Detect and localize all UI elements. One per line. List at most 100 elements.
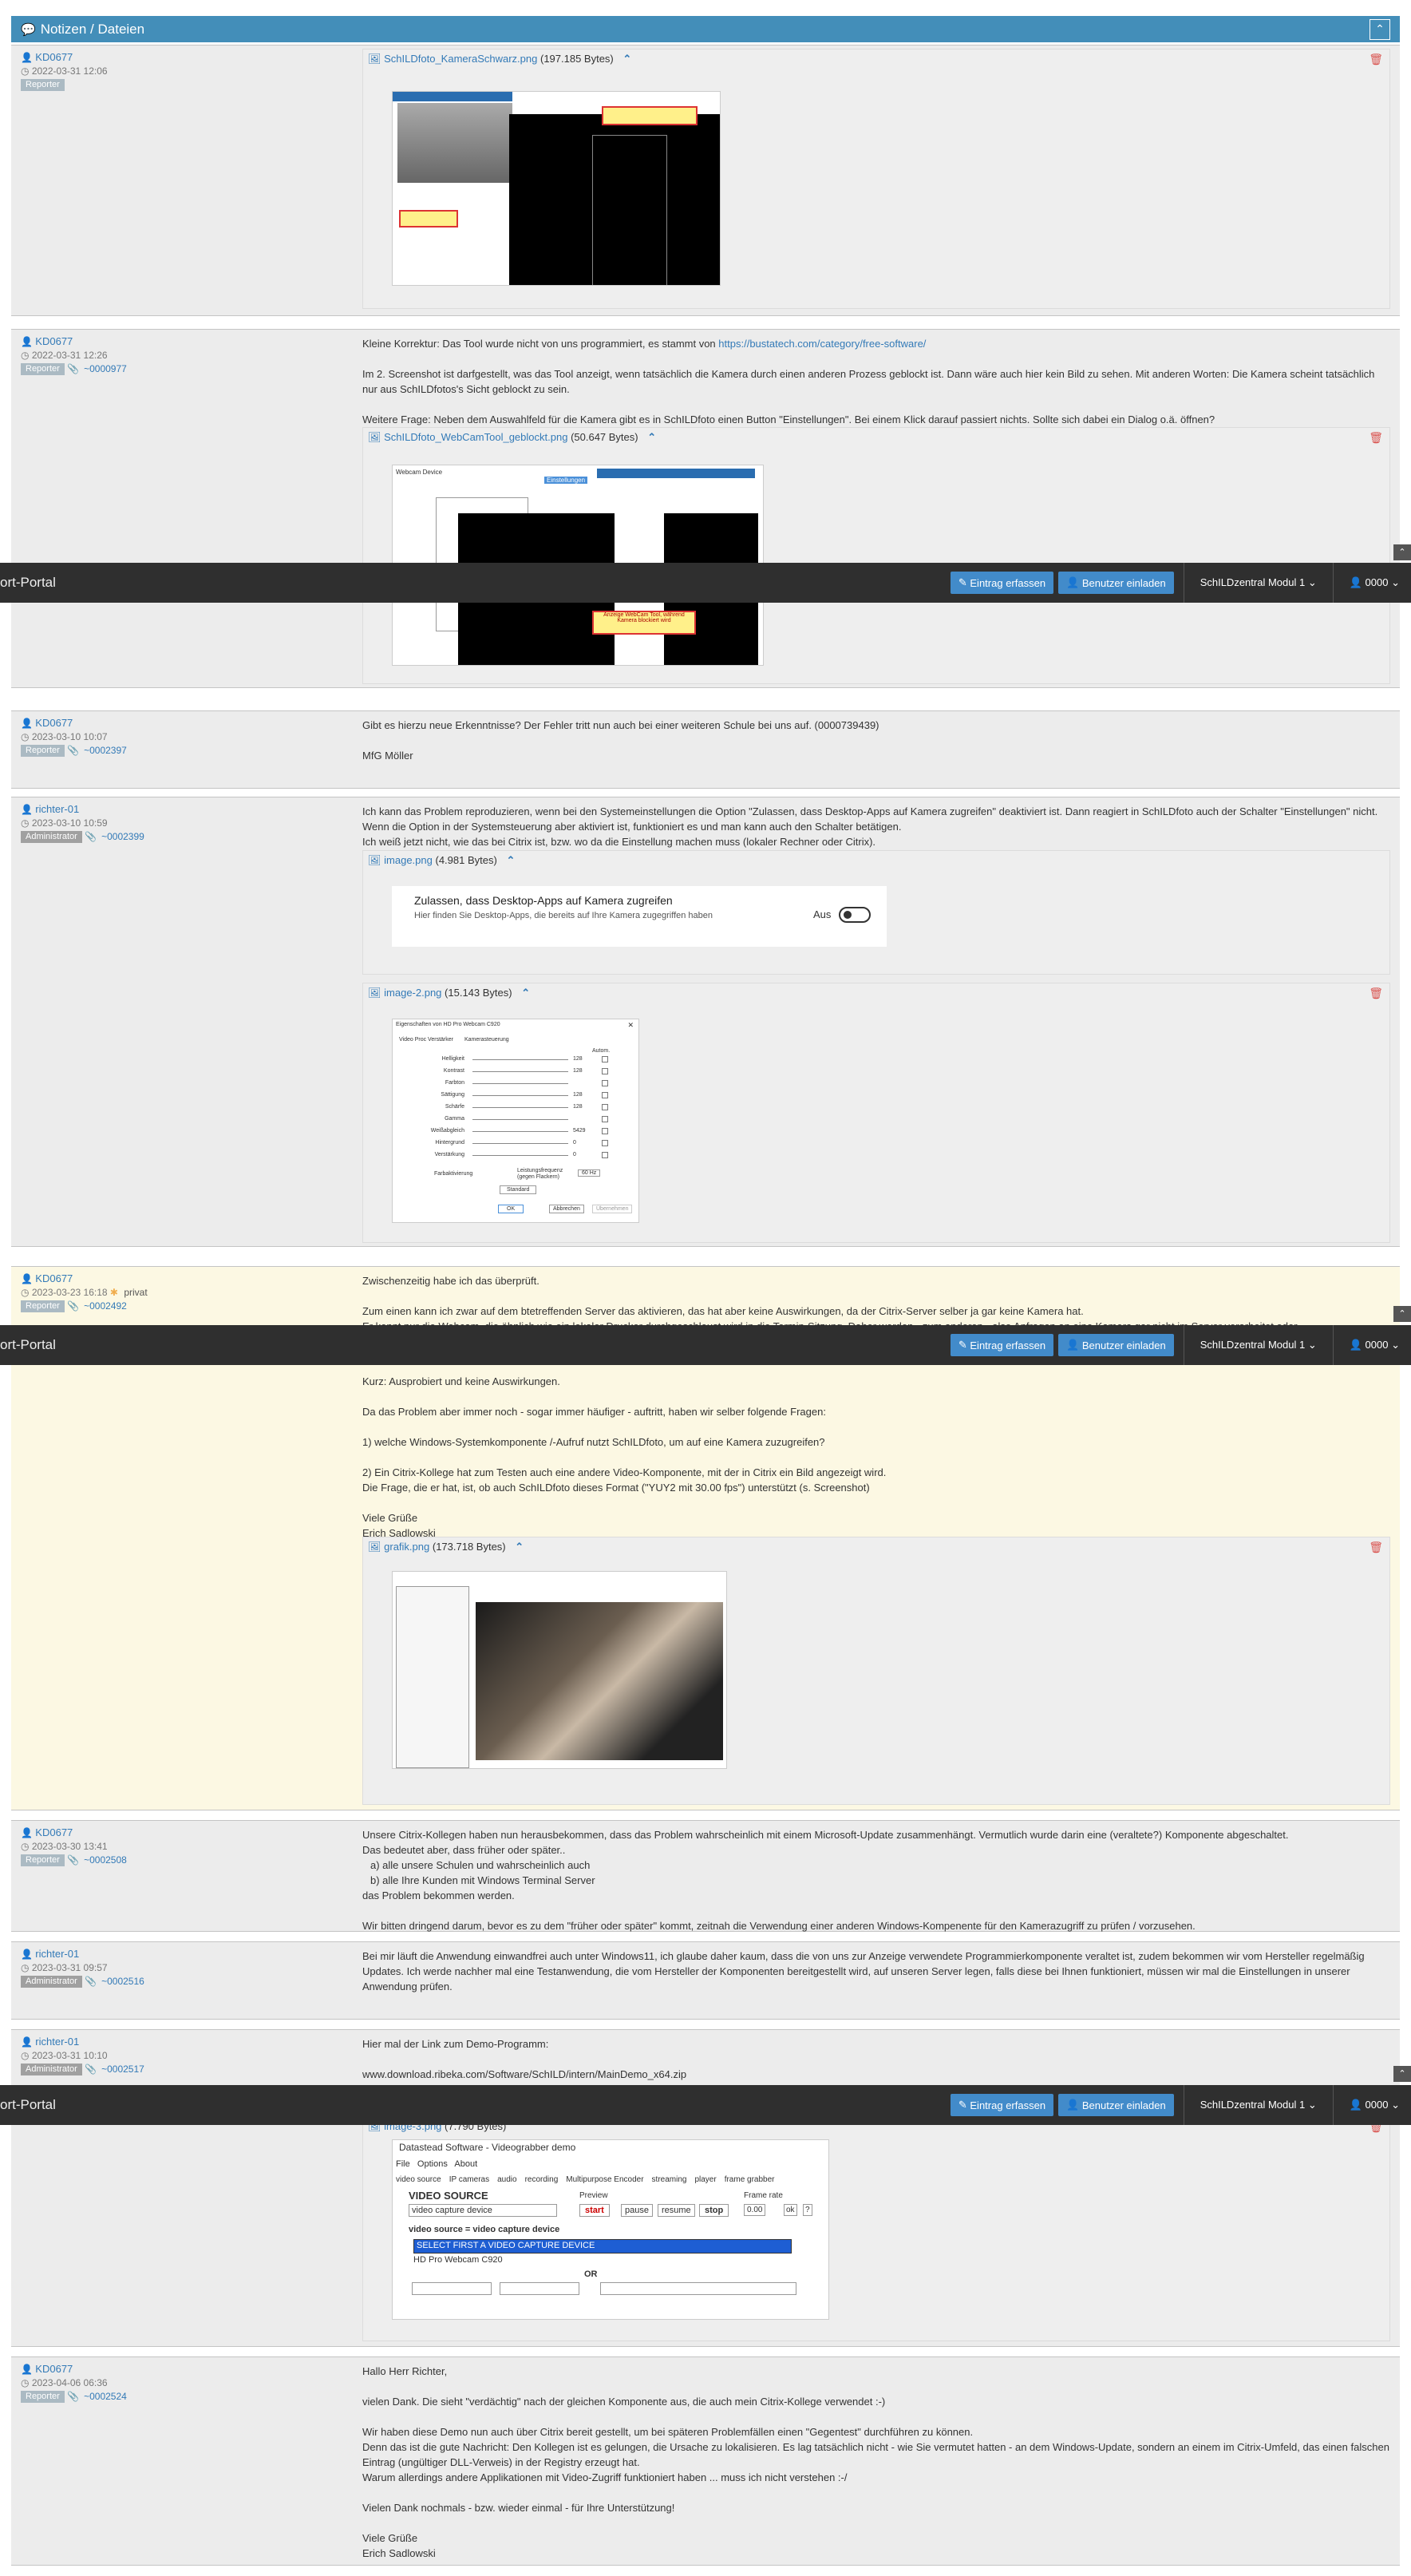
- user-menu-dropdown[interactable]: 👤 0000 ⌄: [1338, 2099, 1411, 2111]
- create-entry-button[interactable]: ✎ Eintrag erfassen: [950, 2094, 1054, 2116]
- slider-track[interactable]: [472, 1095, 568, 1096]
- slider-value[interactable]: 128: [573, 1104, 589, 1110]
- author-link[interactable]: richter-01: [35, 2036, 79, 2048]
- attachment-image[interactable]: Zulassen, dass Desktop-Apps auf Kamera z…: [392, 886, 887, 947]
- standard-button[interactable]: Standard: [500, 1185, 537, 1194]
- note-ref-link[interactable]: ~0002399: [101, 831, 144, 842]
- note-ref-link[interactable]: ~0002508: [84, 1854, 127, 1866]
- tab-camera-control[interactable]: Kamerasteuerung: [464, 1037, 509, 1043]
- apply-button[interactable]: Übernehmen: [592, 1205, 633, 1213]
- close-icon[interactable]: ✕: [627, 1021, 634, 1030]
- invite-user-button[interactable]: 👤 Benutzer einladen: [1058, 1334, 1174, 1356]
- note-ref-link[interactable]: ~0002516: [101, 1976, 144, 1987]
- chevron-up-icon[interactable]: ⌃: [647, 431, 656, 443]
- author-link[interactable]: KD0677: [35, 51, 73, 63]
- attachment-image[interactable]: [392, 1571, 727, 1769]
- author-link[interactable]: KD0677: [35, 1272, 73, 1284]
- chevron-up-icon[interactable]: ⌃: [515, 1541, 524, 1553]
- menu-options[interactable]: Options: [417, 2159, 448, 2169]
- create-entry-button[interactable]: ✎ Eintrag erfassen: [950, 1334, 1054, 1356]
- demo-tab[interactable]: player: [694, 2175, 716, 2184]
- auto-checkbox[interactable]: [602, 1068, 608, 1074]
- trash-icon[interactable]: 🗑: [1369, 431, 1383, 445]
- scroll-top-icon[interactable]: ⌃: [1393, 544, 1411, 560]
- module-dropdown[interactable]: SchILDzentral Modul 1 ⌄: [1189, 2099, 1328, 2111]
- demo-tab[interactable]: audio: [497, 2175, 516, 2184]
- scroll-top-icon[interactable]: ⌃: [1393, 2066, 1411, 2082]
- module-dropdown[interactable]: SchILDzentral Modul 1 ⌄: [1189, 576, 1328, 589]
- help-button[interactable]: ?: [803, 2204, 812, 2216]
- video-source-select[interactable]: video capture device: [409, 2204, 557, 2217]
- demo-tab[interactable]: streaming: [652, 2175, 687, 2184]
- auto-checkbox[interactable]: [602, 1116, 608, 1122]
- attachment-image[interactable]: [392, 91, 721, 286]
- attachment-link[interactable]: image-2.png: [384, 987, 441, 999]
- author-link[interactable]: richter-01: [35, 803, 79, 815]
- slider-track[interactable]: [472, 1143, 568, 1144]
- empty-select[interactable]: [600, 2282, 796, 2295]
- author-link[interactable]: KD0677: [35, 335, 73, 347]
- author-link[interactable]: KD0677: [35, 1826, 73, 1838]
- frequency-select[interactable]: 60 Hz: [578, 1169, 601, 1177]
- note-ref-link[interactable]: ~0002517: [101, 2064, 144, 2075]
- user-menu-dropdown[interactable]: 👤 0000 ⌄: [1338, 1339, 1411, 1351]
- empty-select[interactable]: [412, 2282, 492, 2295]
- slider-value[interactable]: 0: [573, 1152, 589, 1157]
- attachment-link[interactable]: image.png: [384, 854, 433, 866]
- camera-access-toggle[interactable]: [839, 907, 871, 923]
- attachment-link[interactable]: SchILDfoto_WebCamTool_geblockt.png: [384, 431, 567, 443]
- framerate-ok-button[interactable]: ok: [784, 2204, 797, 2216]
- auto-checkbox[interactable]: [602, 1104, 608, 1110]
- navbar-brand[interactable]: ort-Portal: [0, 1337, 56, 1353]
- slider-track[interactable]: [472, 1071, 568, 1072]
- note-ref-link[interactable]: ~0002524: [84, 2391, 127, 2402]
- author-link[interactable]: KD0677: [35, 2363, 73, 2375]
- device-option[interactable]: HD Pro Webcam C920: [413, 2255, 503, 2265]
- menu-file[interactable]: File: [396, 2159, 410, 2169]
- navbar-brand[interactable]: ort-Portal: [0, 575, 56, 591]
- auto-checkbox[interactable]: [602, 1128, 608, 1134]
- attachment-link[interactable]: grafik.png: [384, 1541, 429, 1553]
- slider-value[interactable]: 128: [573, 1056, 589, 1062]
- trash-icon[interactable]: 🗑: [1369, 1541, 1383, 1554]
- tab-video-proc[interactable]: Video Proc Verstärker: [399, 1037, 453, 1043]
- device-select[interactable]: SELECT FIRST A VIDEO CAPTURE DEVICE: [413, 2239, 792, 2254]
- collapse-icon[interactable]: ⌃: [1370, 18, 1390, 40]
- slider-track[interactable]: [472, 1059, 568, 1060]
- note-ref-link[interactable]: ~0000977: [84, 363, 127, 374]
- chevron-up-icon[interactable]: ⌃: [521, 987, 530, 999]
- auto-checkbox[interactable]: [602, 1140, 608, 1146]
- pause-button[interactable]: pause: [621, 2204, 653, 2217]
- chevron-up-icon[interactable]: ⌃: [622, 53, 631, 65]
- invite-user-button[interactable]: 👤 Benutzer einladen: [1058, 572, 1174, 594]
- slider-value[interactable]: 0: [573, 1140, 589, 1146]
- chevron-up-icon[interactable]: ⌃: [506, 854, 515, 866]
- slider-value[interactable]: 128: [573, 1092, 589, 1098]
- module-dropdown[interactable]: SchILDzentral Modul 1 ⌄: [1189, 1339, 1328, 1351]
- start-button[interactable]: start: [579, 2204, 610, 2217]
- auto-checkbox[interactable]: [602, 1092, 608, 1098]
- invite-user-button[interactable]: 👤 Benutzer einladen: [1058, 2094, 1174, 2116]
- trash-icon[interactable]: 🗑: [1369, 53, 1383, 66]
- attachment-image[interactable]: Eigenschaften von HD Pro Webcam C920 ✕ V…: [392, 1019, 639, 1223]
- author-link[interactable]: richter-01: [35, 1948, 79, 1960]
- slider-value[interactable]: 128: [573, 1068, 589, 1074]
- slider-track[interactable]: [472, 1083, 568, 1084]
- stop-button[interactable]: stop: [699, 2204, 729, 2217]
- external-link[interactable]: https://bustatech.com/category/free-soft…: [718, 338, 926, 350]
- auto-checkbox[interactable]: [602, 1080, 608, 1086]
- note-ref-link[interactable]: ~0002397: [84, 745, 127, 756]
- attachment-link[interactable]: SchILDfoto_KameraSchwarz.png: [384, 53, 537, 65]
- trash-icon[interactable]: 🗑: [1369, 987, 1383, 1000]
- slider-value[interactable]: 5429: [573, 1128, 589, 1134]
- create-entry-button[interactable]: ✎ Eintrag erfassen: [950, 572, 1054, 594]
- note-ref-link[interactable]: ~0002492: [84, 1300, 127, 1312]
- slider-track[interactable]: [472, 1155, 568, 1156]
- slider-track[interactable]: [472, 1107, 568, 1108]
- auto-checkbox[interactable]: [602, 1152, 608, 1158]
- user-menu-dropdown[interactable]: 👤 0000 ⌄: [1338, 576, 1411, 589]
- demo-tab[interactable]: recording: [525, 2175, 559, 2184]
- slider-track[interactable]: [472, 1119, 568, 1120]
- framerate-input[interactable]: 0.00: [744, 2204, 766, 2216]
- resume-button[interactable]: resume: [658, 2204, 695, 2217]
